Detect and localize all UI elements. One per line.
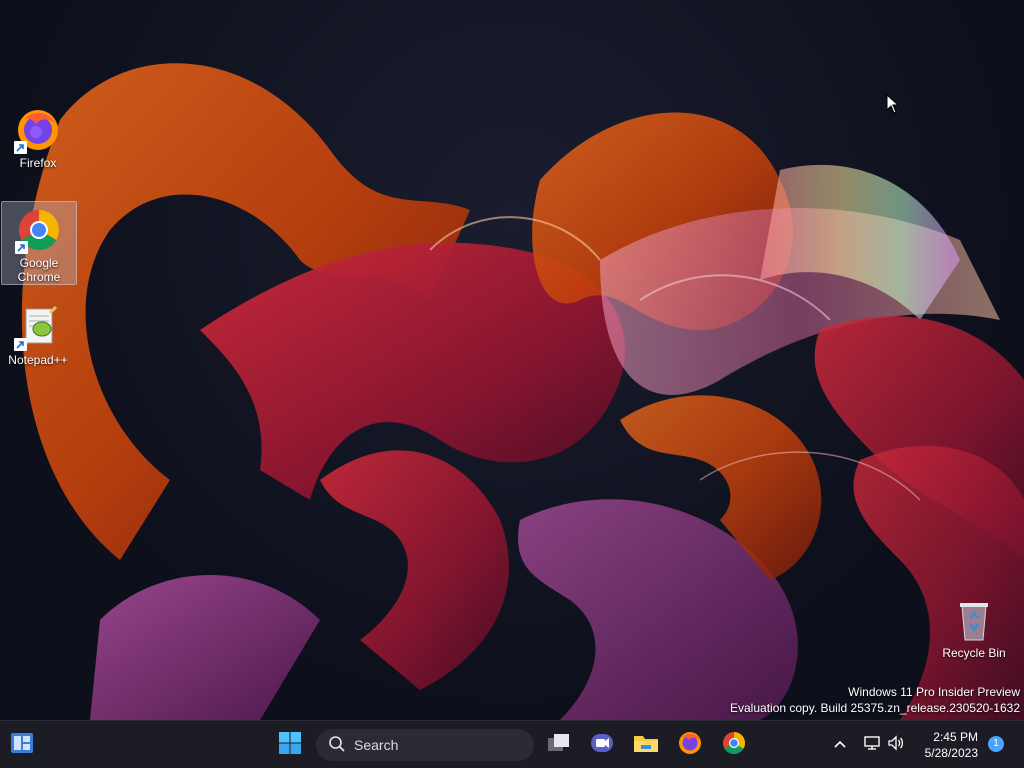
- taskbar-chrome-button[interactable]: [716, 727, 752, 763]
- desktop-icon-label: Notepad++: [8, 353, 68, 367]
- taskbar: Search 2:45 PM 5/28/2023: [0, 720, 1024, 768]
- desktop-icon-label: Recycle Bin: [942, 646, 1006, 660]
- task-view-icon: [546, 731, 572, 760]
- widgets-icon: [10, 731, 34, 760]
- network-icon: [863, 735, 881, 756]
- desktop[interactable]: Firefox Google Chrome Notepad++ Recycle …: [0, 0, 1024, 720]
- speaker-icon: [887, 734, 905, 756]
- file-explorer-button[interactable]: [628, 727, 664, 763]
- chrome-icon: [721, 730, 747, 761]
- mouse-cursor-icon: [886, 93, 900, 119]
- task-view-button[interactable]: [541, 727, 577, 763]
- taskbar-firefox-button[interactable]: [672, 727, 708, 763]
- taskbar-search-box[interactable]: Search: [316, 729, 534, 761]
- shortcut-arrow-icon: [14, 338, 27, 351]
- file-explorer-icon: [632, 731, 660, 760]
- chat-icon: [589, 731, 615, 760]
- shortcut-arrow-icon: [14, 141, 27, 154]
- desktop-icon-label: Firefox: [19, 156, 57, 170]
- watermark-line-1: Windows 11 Pro Insider Preview: [848, 685, 1020, 699]
- start-button[interactable]: [272, 727, 308, 763]
- shortcut-arrow-icon: [15, 241, 28, 254]
- chat-button[interactable]: [584, 727, 620, 763]
- widgets-button[interactable]: [4, 727, 40, 763]
- desktop-icon-label: Google Chrome: [17, 256, 61, 284]
- start-icon: [278, 731, 302, 760]
- chrome-icon: [15, 206, 63, 254]
- clock-date: 5/28/2023: [924, 746, 978, 760]
- wallpaper: [21, 63, 1024, 720]
- clock[interactable]: 2:45 PM 5/28/2023: [912, 729, 978, 761]
- chevron-up-icon: [833, 736, 847, 754]
- recycle-bin-icon: [950, 596, 998, 644]
- firefox-icon: [14, 106, 62, 154]
- desktop-icon-firefox[interactable]: Firefox: [0, 102, 76, 173]
- notification-badge[interactable]: 1: [988, 736, 1004, 752]
- desktop-icon-recycle-bin[interactable]: Recycle Bin: [936, 592, 1012, 663]
- network-button[interactable]: [860, 727, 884, 763]
- search-icon: [328, 735, 346, 756]
- firefox-icon: [677, 730, 703, 761]
- watermark-line-2: Evaluation copy. Build 25375.zn_release.…: [730, 701, 1020, 715]
- clock-time: 2:45 PM: [933, 730, 978, 744]
- notepad-plus-plus-icon: [14, 303, 62, 351]
- desktop-icon-google-chrome[interactable]: Google Chrome: [1, 201, 77, 285]
- evaluation-watermark: Windows 11 Pro Insider Preview Evaluatio…: [730, 684, 1020, 716]
- search-label: Search: [354, 737, 399, 753]
- desktop-icon-notepad-plus-plus[interactable]: Notepad++: [0, 299, 76, 370]
- show-hidden-icons-button[interactable]: [824, 727, 856, 763]
- volume-button[interactable]: [884, 727, 908, 763]
